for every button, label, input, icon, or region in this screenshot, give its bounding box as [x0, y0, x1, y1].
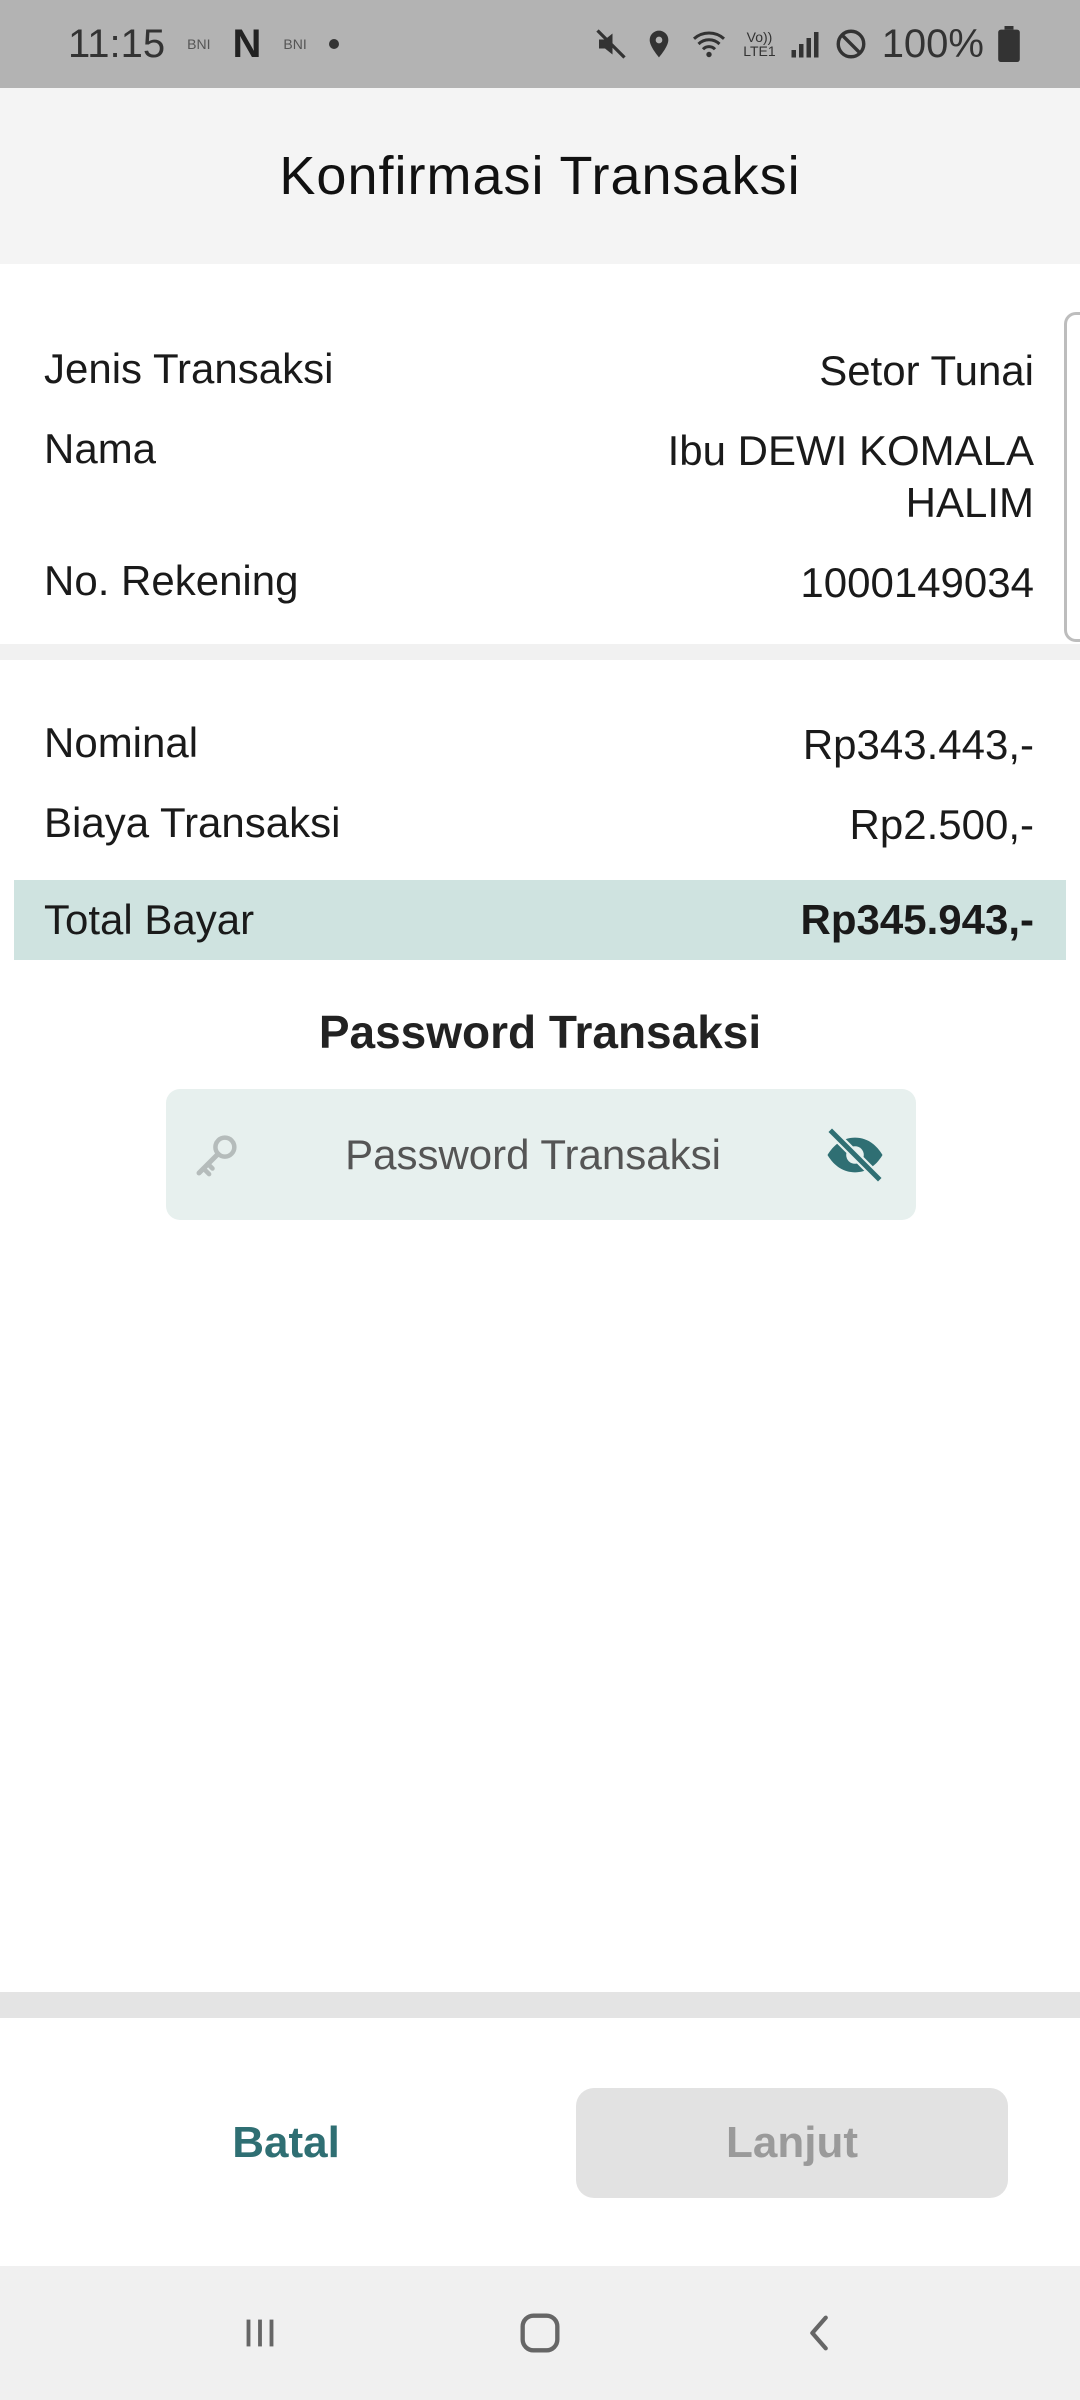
recent-apps-icon[interactable]: [200, 2293, 320, 2373]
page-title: Konfirmasi Transaksi: [279, 146, 801, 206]
amount-label: Biaya Transaksi: [44, 799, 341, 846]
status-left: 11:15 BNI N BNI: [68, 22, 339, 67]
cancel-button[interactable]: Batal: [86, 2088, 486, 2198]
bottom-separator: [0, 1992, 1080, 2018]
wifi-icon: [689, 26, 729, 62]
battery-percentage: 100%: [881, 21, 984, 66]
app-header: Konfirmasi Transaksi: [0, 88, 1080, 264]
battery-icon: [998, 26, 1020, 62]
key-icon: [190, 1128, 244, 1182]
eye-off-icon[interactable]: [822, 1122, 888, 1188]
password-title: Password Transaksi: [318, 1006, 762, 1058]
more-notifications-dot: [328, 39, 339, 49]
action-bar: Batal Lanjut: [0, 2018, 1080, 2266]
volte-icon: Vo)) LTE1: [743, 30, 775, 58]
netflix-notification-icon: N: [232, 21, 262, 66]
detail-row-type: Jenis Transaksi Setor Tunai: [44, 345, 1034, 397]
password-field[interactable]: [166, 1089, 916, 1220]
signal-icon: [790, 28, 820, 60]
detail-label: No. Rekening: [44, 557, 299, 604]
next-button[interactable]: Lanjut: [576, 2088, 1008, 2198]
password-input[interactable]: [244, 1089, 822, 1220]
status-right: Vo)) LTE1 100%: [593, 22, 1020, 67]
scroll-indicator: [1064, 312, 1080, 642]
detail-value: Ibu DEWI KOMALA HALIM: [667, 427, 1034, 526]
detail-label: Jenis Transaksi: [44, 345, 334, 392]
amount-row-fee: Biaya Transaksi Rp2.500,-: [44, 799, 1034, 851]
total-label: Total Bayar: [44, 896, 255, 943]
location-icon: [643, 26, 675, 62]
section-divider: [0, 644, 1080, 660]
detail-row-account: No. Rekening 1000149034: [44, 557, 1034, 609]
volte-label: Vo)): [746, 29, 773, 45]
bni-notification-icon: BNI: [187, 36, 211, 52]
back-icon[interactable]: [760, 2293, 880, 2373]
amount-row-nominal: Nominal Rp343.443,-: [44, 719, 1034, 771]
status-bar: 11:15 BNI N BNI Vo)) LTE1 100%: [0, 0, 1080, 88]
mute-icon: [593, 26, 629, 62]
system-nav-bar: [0, 2266, 1080, 2400]
lte-label: LTE1: [743, 43, 776, 59]
total-row: Total Bayar Rp345.943,-: [14, 880, 1066, 960]
do-not-disturb-icon: [834, 27, 868, 61]
bni-notification-icon-2: BNI: [283, 36, 307, 52]
detail-value: Setor Tunai: [819, 347, 1034, 394]
status-time: 11:15: [68, 21, 166, 66]
detail-row-name: Nama Ibu DEWI KOMALA HALIM: [44, 425, 1034, 529]
amount-value: Rp343.443,-: [802, 721, 1034, 768]
amount-value: Rp2.500,-: [849, 801, 1034, 848]
detail-label: Nama: [44, 425, 157, 472]
home-icon[interactable]: [480, 2293, 600, 2373]
total-value: Rp345.943,-: [800, 896, 1034, 943]
amount-label: Nominal: [44, 719, 199, 766]
detail-value: 1000149034: [800, 559, 1034, 606]
